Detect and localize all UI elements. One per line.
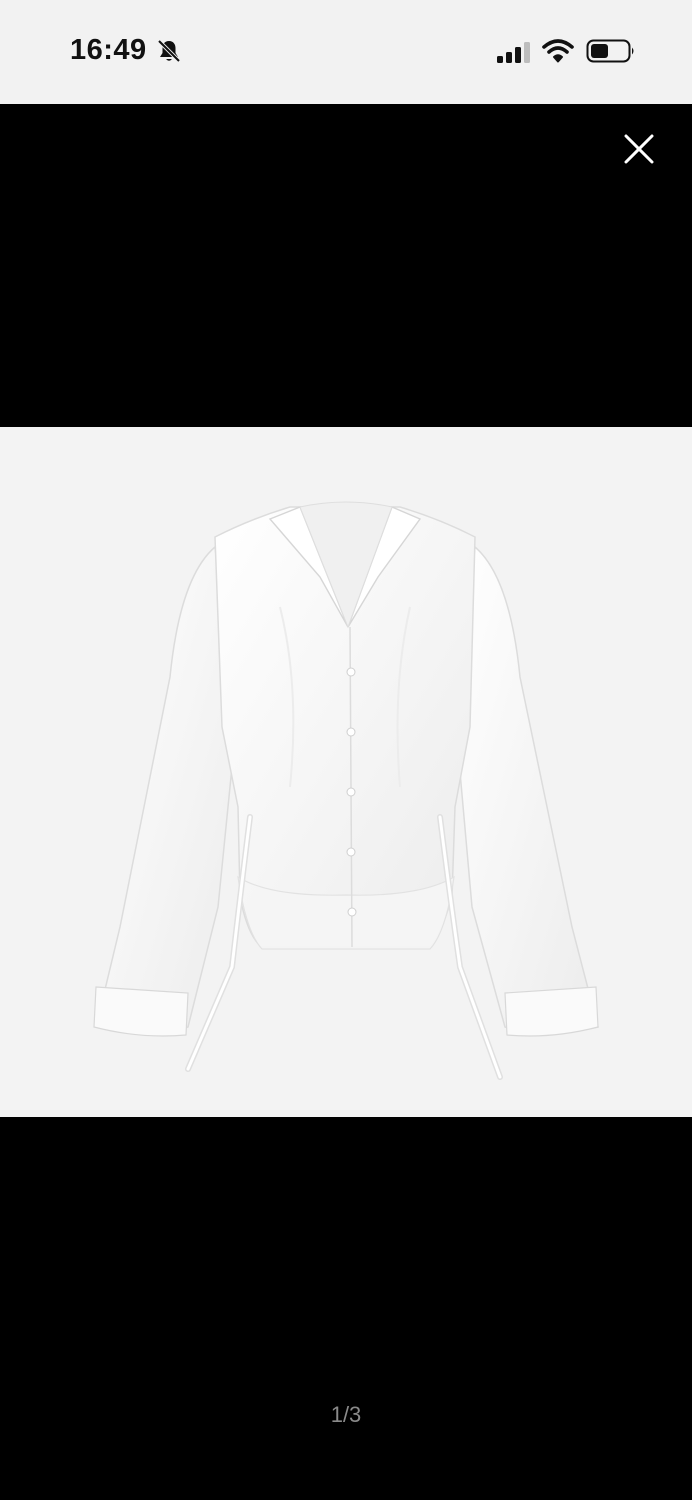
status-bar: 16:49: [0, 0, 692, 104]
status-time: 16:49: [70, 34, 147, 66]
wifi-icon: [542, 39, 574, 63]
cellular-signal-icon: [497, 42, 530, 63]
white-shirt-illustration: [93, 501, 599, 1080]
battery-icon: [586, 39, 634, 63]
bell-slash-icon: [157, 39, 181, 63]
product-photo[interactable]: [0, 427, 692, 1117]
page-counter: 1/3: [330, 1402, 362, 1427]
close-icon[interactable]: [620, 130, 658, 168]
